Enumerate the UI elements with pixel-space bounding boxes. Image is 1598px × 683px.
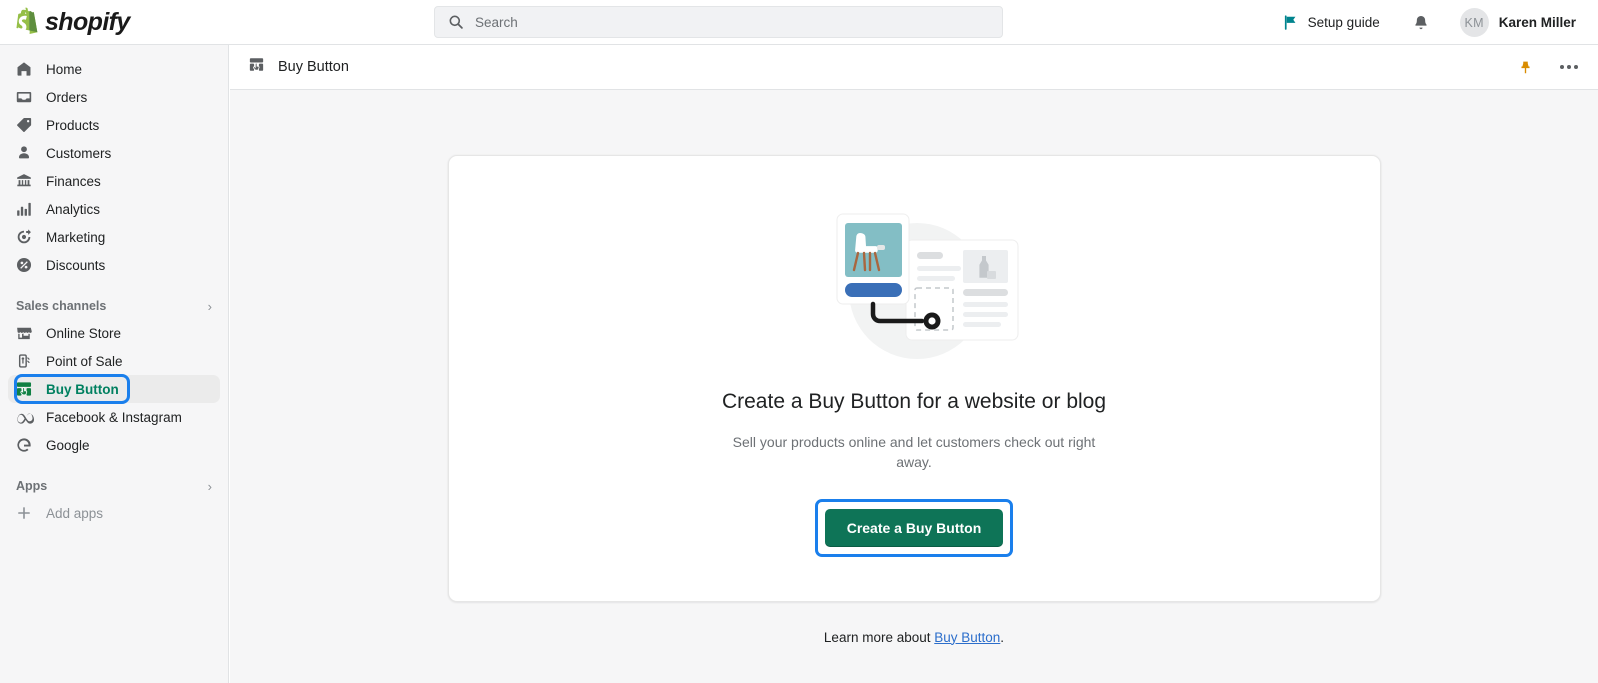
sidebar-item-marketing[interactable]: Marketing: [8, 223, 220, 251]
empty-state-description: Sell your products online and let custom…: [732, 434, 1096, 471]
home-icon: [14, 59, 34, 79]
sidebar-item-label: Point of Sale: [46, 353, 123, 369]
chevron-right-icon: ›: [207, 478, 212, 494]
sidebar-item-label: Add apps: [46, 505, 104, 521]
sidebar-item-google[interactable]: Google: [8, 431, 220, 459]
bell-icon: [1415, 15, 1427, 29]
page-header: Buy Button: [230, 45, 1598, 90]
empty-state-title: Create a Buy Button for a website or blo…: [721, 390, 1107, 413]
sidebar-item-label: Products: [46, 117, 100, 133]
pin-button[interactable]: [1512, 54, 1538, 80]
sidebar-item-customers[interactable]: Customers: [8, 139, 220, 167]
pin-icon: [1520, 61, 1530, 73]
finances-bank-icon: [14, 171, 34, 191]
sidebar-item-label: Marketing: [46, 229, 106, 245]
sidebar-item-add-apps[interactable]: Add apps: [8, 499, 220, 527]
top-bar: shopify Search Setup guide KM Karen Mill…: [0, 0, 1598, 45]
customers-person-icon: [14, 143, 34, 163]
sidebar: Home Orders Products Customers Finances …: [0, 45, 229, 683]
orders-inbox-icon: [14, 87, 34, 107]
sidebar-item-label: Google: [46, 437, 90, 453]
sidebar-item-point-of-sale[interactable]: Point of Sale: [8, 347, 220, 375]
user-name: Karen Miller: [1498, 15, 1576, 30]
learn-more-link[interactable]: Buy Button: [934, 630, 1000, 645]
sidebar-item-buy-button[interactable]: Buy Button: [8, 374, 220, 404]
sidebar-item-orders[interactable]: Orders: [8, 83, 220, 111]
shopify-bag-icon: [16, 7, 38, 34]
marketing-target-icon: [14, 227, 34, 247]
google-icon: [14, 435, 34, 455]
shopify-logo[interactable]: shopify: [0, 0, 230, 45]
buy-button-icon: [248, 56, 265, 78]
search-input[interactable]: Search: [434, 6, 1003, 38]
sidebar-item-label: Online Store: [46, 325, 122, 341]
sidebar-item-online-store[interactable]: Online Store: [8, 319, 220, 347]
page-header-actions: [1512, 54, 1582, 80]
sidebar-item-facebook-instagram[interactable]: Facebook & Instagram: [8, 403, 220, 431]
apps-header[interactable]: Apps ›: [12, 473, 216, 499]
notifications-button[interactable]: [1404, 6, 1438, 40]
avatar: KM: [1459, 8, 1489, 37]
buy-button-embed-illustration: [836, 213, 1019, 359]
sidebar-item-finances[interactable]: Finances: [8, 167, 220, 195]
sidebar-item-products[interactable]: Products: [8, 111, 220, 139]
meta-icon: [14, 407, 34, 427]
sidebar-item-analytics[interactable]: Analytics: [8, 195, 220, 223]
analytics-bars-icon: [14, 199, 34, 219]
buy-button-icon: [14, 379, 34, 399]
search-placeholder: Search: [475, 14, 518, 30]
plus-icon: [14, 503, 34, 523]
user-menu[interactable]: KM Karen Miller: [1454, 4, 1582, 41]
discounts-percent-icon: [14, 255, 34, 275]
setup-guide-label: Setup guide: [1307, 15, 1380, 30]
sidebar-item-label: Facebook & Instagram: [46, 409, 182, 425]
chevron-right-icon: ›: [207, 298, 212, 314]
search-icon: [449, 15, 463, 29]
sidebar-item-label: Analytics: [46, 201, 101, 217]
create-buy-button-focus-ring: Create a Buy Button: [814, 498, 1014, 557]
point-of-sale-icon: [14, 351, 34, 371]
sidebar-item-home[interactable]: Home: [8, 55, 220, 83]
flag-icon: [1284, 15, 1296, 30]
create-buy-button[interactable]: Create a Buy Button: [824, 508, 1004, 547]
sidebar-item-label: Orders: [46, 89, 88, 105]
top-bar-actions: Setup guide KM Karen Miller: [1272, 0, 1582, 45]
sidebar-item-label: Buy Button: [46, 381, 119, 397]
sidebar-item-label: Finances: [46, 173, 101, 189]
sales-channels-label: Sales channels: [16, 299, 107, 313]
sidebar-item-label: Discounts: [46, 257, 106, 273]
sidebar-item-label: Customers: [46, 145, 112, 161]
apps-label: Apps: [16, 479, 48, 493]
content-area: Create a Buy Button for a website or blo…: [230, 90, 1598, 645]
setup-guide-button[interactable]: Setup guide: [1272, 9, 1390, 36]
empty-state-card: Create a Buy Button for a website or blo…: [447, 155, 1381, 602]
more-horizontal-icon: [1560, 65, 1578, 69]
page-header-left: Buy Button: [248, 56, 1512, 78]
learn-more-prefix: Learn more about: [823, 629, 935, 645]
sales-channels-header[interactable]: Sales channels ›: [12, 293, 216, 319]
shopify-wordmark: shopify: [45, 7, 130, 36]
learn-more-suffix: .: [1000, 629, 1005, 645]
products-tag-icon: [14, 115, 34, 135]
sidebar-item-label: Home: [46, 61, 83, 77]
sidebar-item-discounts[interactable]: Discounts: [8, 251, 220, 279]
more-options-button[interactable]: [1556, 54, 1582, 80]
main-content: Buy Button Create a Buy Button for a web…: [230, 45, 1598, 683]
page-title: Buy Button: [278, 59, 349, 75]
online-store-icon: [14, 323, 34, 343]
learn-more-footnote: Learn more about Buy Button.: [230, 630, 1598, 645]
